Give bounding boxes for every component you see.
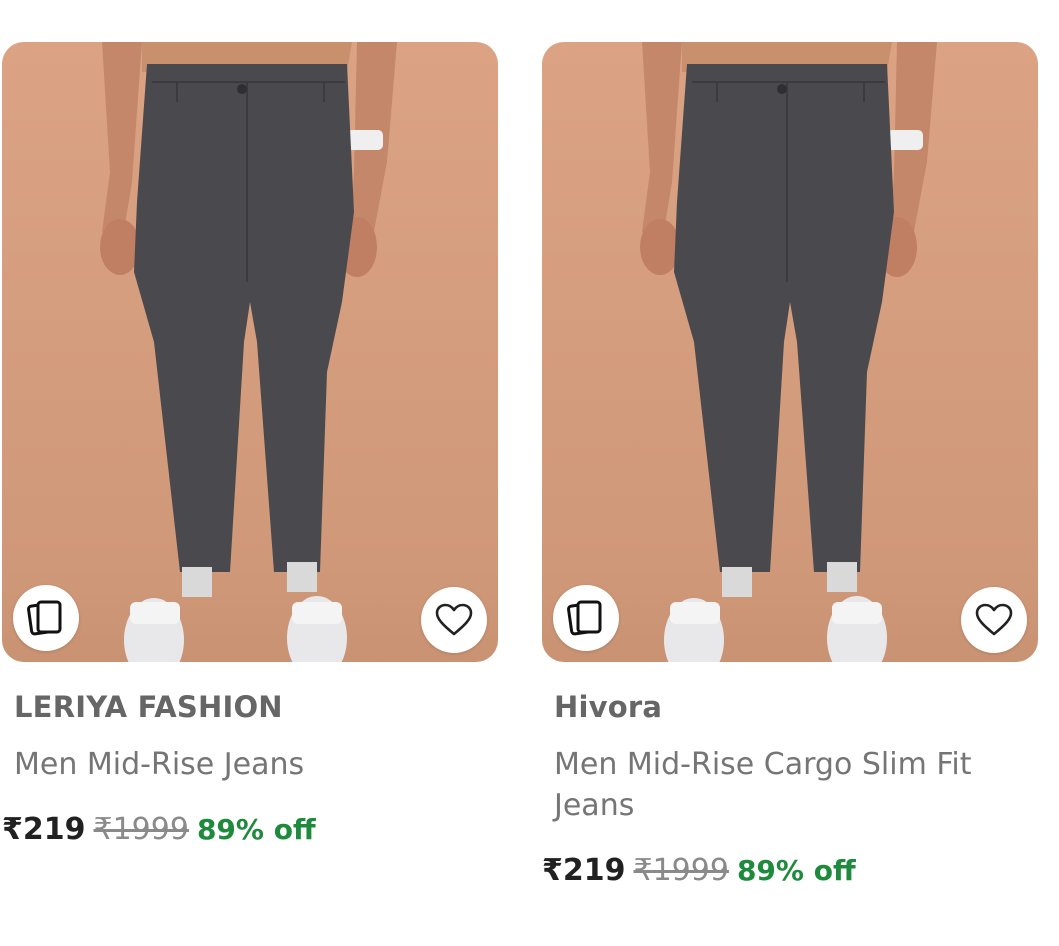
selling-price: ₹219 [2, 812, 86, 847]
product-title[interactable]: Men Mid-Rise Jeans [14, 744, 484, 785]
product-image[interactable] [542, 42, 1038, 662]
compare-button[interactable] [553, 585, 619, 651]
price-row: ₹219 ₹1999 89% off [542, 853, 856, 888]
original-price: ₹1999 [93, 812, 189, 847]
brand-name: Hivora [554, 690, 663, 724]
compare-cards-icon [567, 600, 602, 636]
compare-cards-icon [27, 600, 62, 636]
product-image[interactable] [2, 42, 498, 662]
product-photo [100, 42, 397, 662]
product-title[interactable]: Men Mid-Rise Cargo Slim Fit Jeans [554, 744, 1024, 826]
heart-outline-icon [975, 603, 1013, 636]
wishlist-button[interactable] [961, 587, 1027, 653]
heart-outline-icon [435, 603, 473, 636]
selling-price: ₹219 [542, 853, 626, 888]
compare-button[interactable] [13, 585, 79, 651]
original-price: ₹1999 [633, 853, 729, 888]
wishlist-button[interactable] [421, 587, 487, 653]
brand-name: LERIYA FASHION [14, 690, 283, 724]
product-photo [640, 42, 937, 662]
discount-label: 89% off [196, 813, 316, 846]
price-row: ₹219 ₹1999 89% off [2, 812, 316, 847]
discount-label: 89% off [736, 854, 856, 887]
